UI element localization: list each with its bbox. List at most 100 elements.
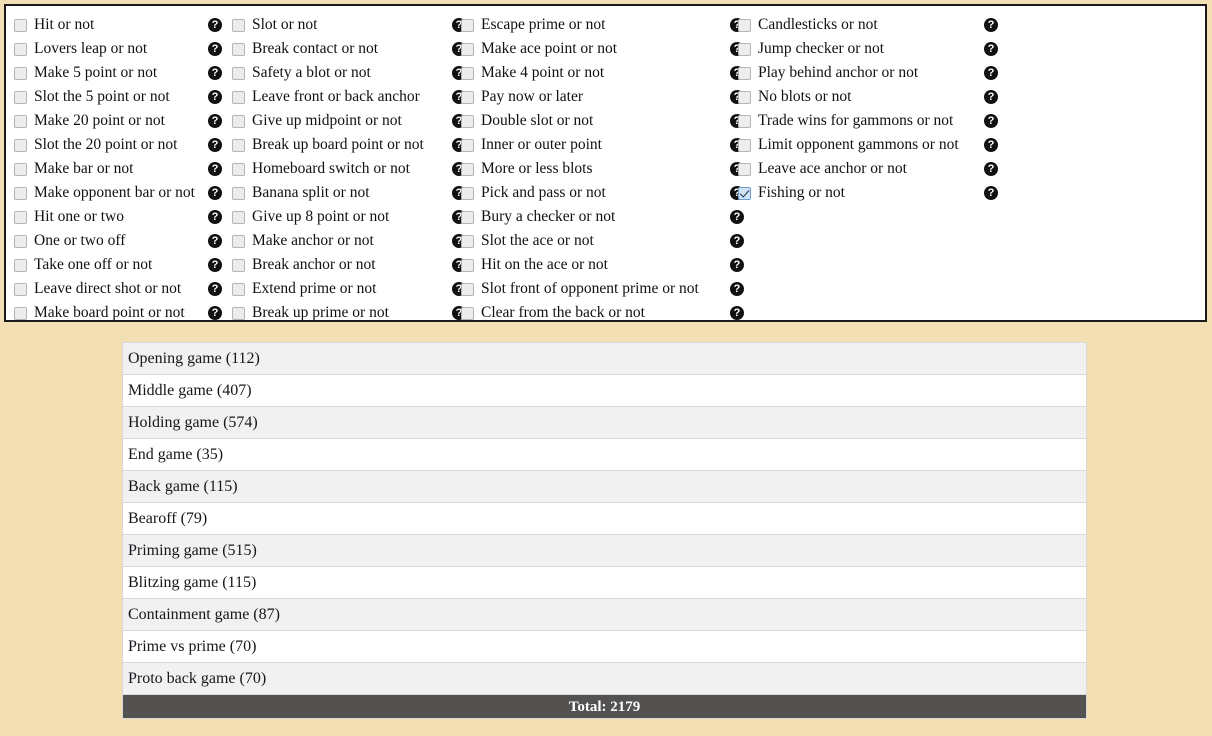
filter-checkbox[interactable] [14,282,27,296]
filter-checkbox[interactable] [232,138,245,152]
filter-row[interactable]: Slot the 5 point or not? [14,85,222,109]
filter-checkbox[interactable] [461,258,474,272]
question-mark-icon[interactable]: ? [984,90,998,104]
filter-row[interactable]: Leave front or back anchor? [232,85,466,109]
filter-row[interactable]: Break contact or not? [232,37,466,61]
filter-checkbox[interactable] [14,210,27,224]
list-item[interactable]: End game (35) [123,439,1086,471]
filter-checkbox[interactable] [232,18,245,32]
filter-row[interactable]: Make bar or not? [14,157,222,181]
filter-row[interactable]: One or two off? [14,229,222,253]
filter-row[interactable]: Bury a checker or not? [461,205,744,229]
filter-row[interactable]: Safety a blot or not? [232,61,466,85]
filter-row[interactable]: Take one off or not? [14,253,222,277]
filter-checkbox[interactable] [461,186,474,200]
filter-row[interactable]: Hit one or two? [14,205,222,229]
filter-checkbox[interactable] [738,42,751,56]
filter-checkbox[interactable] [232,66,245,80]
filter-checkbox[interactable] [232,234,245,248]
list-item[interactable]: Bearoff (79) [123,503,1086,535]
filter-row[interactable]: Inner or outer point? [461,133,744,157]
filter-row[interactable]: Limit opponent gammons or not? [738,133,998,157]
list-item[interactable]: Back game (115) [123,471,1086,503]
filter-row[interactable]: Leave direct shot or not? [14,277,222,301]
filter-checkbox[interactable] [14,306,27,320]
question-mark-icon[interactable]: ? [984,162,998,176]
filter-row[interactable]: More or less blots? [461,157,744,181]
filter-checkbox[interactable] [232,42,245,56]
filter-checkbox[interactable] [461,90,474,104]
filter-checkbox[interactable] [232,90,245,104]
filter-checkbox[interactable] [14,42,27,56]
filter-row[interactable]: Hit on the ace or not? [461,253,744,277]
filter-checkbox[interactable] [14,66,27,80]
question-mark-icon[interactable]: ? [730,282,744,296]
question-mark-icon[interactable]: ? [984,138,998,152]
list-item[interactable]: Containment game (87) [123,599,1086,631]
filter-checkbox[interactable] [14,234,27,248]
filter-row[interactable]: Pick and pass or not? [461,181,744,205]
filter-checkbox[interactable] [232,258,245,272]
question-mark-icon[interactable]: ? [208,42,222,56]
question-mark-icon[interactable]: ? [730,306,744,320]
filter-checkbox[interactable] [232,282,245,296]
filter-checkbox[interactable] [461,234,474,248]
filter-checkbox[interactable] [461,18,474,32]
filter-checkbox[interactable] [461,162,474,176]
filter-row[interactable]: Make anchor or not? [232,229,466,253]
question-mark-icon[interactable]: ? [730,234,744,248]
question-mark-icon[interactable]: ? [208,234,222,248]
filter-checkbox[interactable] [14,162,27,176]
filter-row[interactable]: Slot the 20 point or not? [14,133,222,157]
question-mark-icon[interactable]: ? [984,66,998,80]
filter-row[interactable]: Give up 8 point or not? [232,205,466,229]
filter-row[interactable]: Slot front of opponent prime or not? [461,277,744,301]
filter-row[interactable]: Make board point or not? [14,301,222,320]
filter-row[interactable]: Make ace point or not? [461,37,744,61]
filter-row[interactable]: Homeboard switch or not? [232,157,466,181]
filter-checkbox[interactable] [232,210,245,224]
filter-checkbox[interactable] [461,42,474,56]
question-mark-icon[interactable]: ? [208,90,222,104]
filter-row[interactable]: Hit or not? [14,13,222,37]
question-mark-icon[interactable]: ? [730,258,744,272]
filter-row[interactable]: Leave ace anchor or not? [738,157,998,181]
filter-checkbox[interactable] [461,306,474,320]
filter-row[interactable]: Escape prime or not? [461,13,744,37]
filter-checkbox[interactable] [738,18,751,32]
filter-row[interactable]: Make opponent bar or not? [14,181,222,205]
question-mark-icon[interactable]: ? [208,306,222,320]
filter-row[interactable]: Make 5 point or not? [14,61,222,85]
question-mark-icon[interactable]: ? [208,162,222,176]
question-mark-icon[interactable]: ? [208,66,222,80]
filter-checkbox[interactable] [738,138,751,152]
filter-row[interactable]: Extend prime or not? [232,277,466,301]
filter-checkbox[interactable] [461,66,474,80]
question-mark-icon[interactable]: ? [208,18,222,32]
filter-row[interactable]: Fishing or not? [738,181,998,205]
filter-checkbox[interactable] [461,282,474,296]
filter-checkbox[interactable] [14,90,27,104]
filter-row[interactable]: Jump checker or not? [738,37,998,61]
filter-row[interactable]: Break anchor or not? [232,253,466,277]
filter-checkbox[interactable] [14,258,27,272]
filter-checkbox[interactable] [738,114,751,128]
filter-row[interactable]: Trade wins for gammons or not? [738,109,998,133]
list-item[interactable]: Priming game (515) [123,535,1086,567]
filter-checkbox[interactable] [14,138,27,152]
filter-row[interactable]: Give up midpoint or not? [232,109,466,133]
list-item[interactable]: Opening game (112) [123,343,1086,375]
filter-row[interactable]: Slot or not? [232,13,466,37]
filter-checkbox[interactable] [738,90,751,104]
question-mark-icon[interactable]: ? [208,138,222,152]
filter-checkbox[interactable] [232,114,245,128]
filter-checkbox[interactable] [738,66,751,80]
list-item[interactable]: Holding game (574) [123,407,1086,439]
filter-row[interactable]: Banana split or not? [232,181,466,205]
list-item[interactable]: Middle game (407) [123,375,1086,407]
filter-row[interactable]: Clear from the back or not? [461,301,744,320]
filter-row[interactable]: Break up prime or not? [232,301,466,320]
filter-checkbox[interactable] [232,162,245,176]
filter-row[interactable]: Break up board point or not? [232,133,466,157]
filter-checkbox[interactable] [14,186,27,200]
